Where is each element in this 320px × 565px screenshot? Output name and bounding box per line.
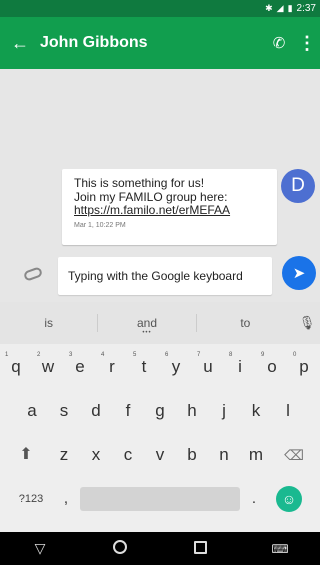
key-row-1: 1q 2w 3e 4r 5t 6y 7u 8i 9o 0p (0, 346, 320, 388)
send-icon: ➤ (292, 265, 306, 282)
key-row-2: a s d f g h j k l (0, 390, 320, 432)
key-q[interactable]: 1q (0, 346, 32, 388)
square-recents-icon[interactable] (180, 540, 220, 557)
key-label: r (109, 357, 115, 376)
key-hint: 1 (5, 352, 9, 358)
key-label: y (171, 357, 181, 376)
emoji-key[interactable]: ☺ (268, 478, 310, 520)
shift-icon[interactable]: ⬆ (4, 434, 48, 476)
key-i[interactable]: 8i (224, 346, 256, 388)
key-label: u (203, 357, 213, 376)
suggestion-3[interactable]: to (197, 316, 294, 330)
key-s[interactable]: s (48, 390, 80, 432)
message-text: This is something for us! Join my FAMILO… (74, 176, 228, 204)
key-hint: 3 (69, 352, 73, 358)
suggestion-1[interactable]: is (0, 316, 97, 330)
key-label: e (75, 357, 85, 376)
key-e[interactable]: 3e (64, 346, 96, 388)
key-h[interactable]: h (176, 390, 208, 432)
nav-bar: ▽ ⌨ (0, 532, 320, 565)
comma-key[interactable]: , (52, 478, 80, 520)
key-hint: 9 (261, 352, 265, 358)
key-hint: 7 (197, 352, 201, 358)
conversation-title: John Gibbons (40, 34, 148, 51)
key-label: q (11, 357, 21, 376)
attach-icon[interactable] (22, 266, 44, 282)
bluetooth-icon: ✱ (265, 3, 273, 13)
key-hint: 4 (101, 352, 105, 358)
key-f[interactable]: f (112, 390, 144, 432)
phone-icon[interactable]: ✆ (264, 34, 294, 52)
suggestion-strip: is and to 🎙 (0, 302, 320, 344)
app-bar: ← John Gibbons ✆ ⋮ (0, 17, 320, 69)
key-o[interactable]: 9o (256, 346, 288, 388)
key-m[interactable]: m (240, 434, 272, 476)
key-n[interactable]: n (208, 434, 240, 476)
key-hint: 2 (37, 352, 41, 358)
key-l[interactable]: l (272, 390, 304, 432)
keyboard-icon[interactable]: ⌨ (260, 542, 300, 556)
key-j[interactable]: j (208, 390, 240, 432)
key-y[interactable]: 6y (160, 346, 192, 388)
key-hint: 6 (165, 352, 169, 358)
key-hint: 8 (229, 352, 233, 358)
key-k[interactable]: k (240, 390, 272, 432)
key-g[interactable]: g (144, 390, 176, 432)
keyboard: is and to 🎙 1q 2w 3e 4r 5t 6y 7u 8i 9o 0… (0, 302, 320, 532)
key-w[interactable]: 2w (32, 346, 64, 388)
status-time: 2:37 (296, 3, 316, 14)
suggestion-2[interactable]: and (98, 316, 195, 330)
period-key[interactable]: . (240, 478, 268, 520)
key-label: w (41, 357, 55, 376)
message-timestamp: Mar 1, 10:22 PM (74, 221, 126, 229)
key-d[interactable]: d (80, 390, 112, 432)
emoji-icon: ☺ (276, 486, 302, 512)
backspace-icon[interactable]: ⌫ (272, 434, 316, 476)
key-b[interactable]: b (176, 434, 208, 476)
send-button[interactable]: ➤ (282, 256, 316, 290)
key-v[interactable]: v (144, 434, 176, 476)
key-a[interactable]: a (16, 390, 48, 432)
key-label: o (267, 357, 277, 376)
arrow-left-icon[interactable]: ← (0, 33, 40, 54)
key-row-3: ⬆ z x c v b n m ⌫ (0, 434, 320, 476)
key-label: t (141, 357, 147, 376)
compose-bar: Typing with the Google keyboard ➤ (0, 254, 320, 302)
key-hint: 0 (293, 352, 297, 358)
key-hint: 5 (133, 352, 137, 358)
status-bar: ✱ ◢ ▮ 2:37 (0, 0, 320, 17)
key-row-4: ?123 , . ☺ (0, 478, 320, 520)
key-label: p (299, 357, 309, 376)
key-label: i (238, 357, 242, 376)
mic-icon[interactable]: 🎙 (294, 315, 320, 331)
key-u[interactable]: 7u (192, 346, 224, 388)
key-p[interactable]: 0p (288, 346, 320, 388)
triangle-back-icon[interactable]: ▽ (20, 540, 60, 557)
message-input[interactable]: Typing with the Google keyboard (58, 257, 272, 295)
signal-icon: ◢ (276, 3, 284, 13)
key-r[interactable]: 4r (96, 346, 128, 388)
battery-icon: ▮ (287, 3, 293, 13)
key-z[interactable]: z (48, 434, 80, 476)
symbols-key[interactable]: ?123 (10, 478, 52, 520)
key-c[interactable]: c (112, 434, 144, 476)
more-vert-icon[interactable]: ⋮ (294, 33, 320, 54)
circle-home-icon[interactable] (100, 540, 140, 557)
key-t[interactable]: 5t (128, 346, 160, 388)
key-x[interactable]: x (80, 434, 112, 476)
avatar[interactable]: D (281, 169, 315, 203)
message-link[interactable]: https://m.familo.net/erMEFAA (74, 203, 277, 218)
space-key[interactable] (80, 487, 240, 511)
message-bubble[interactable]: This is something for us! Join my FAMILO… (62, 169, 277, 245)
